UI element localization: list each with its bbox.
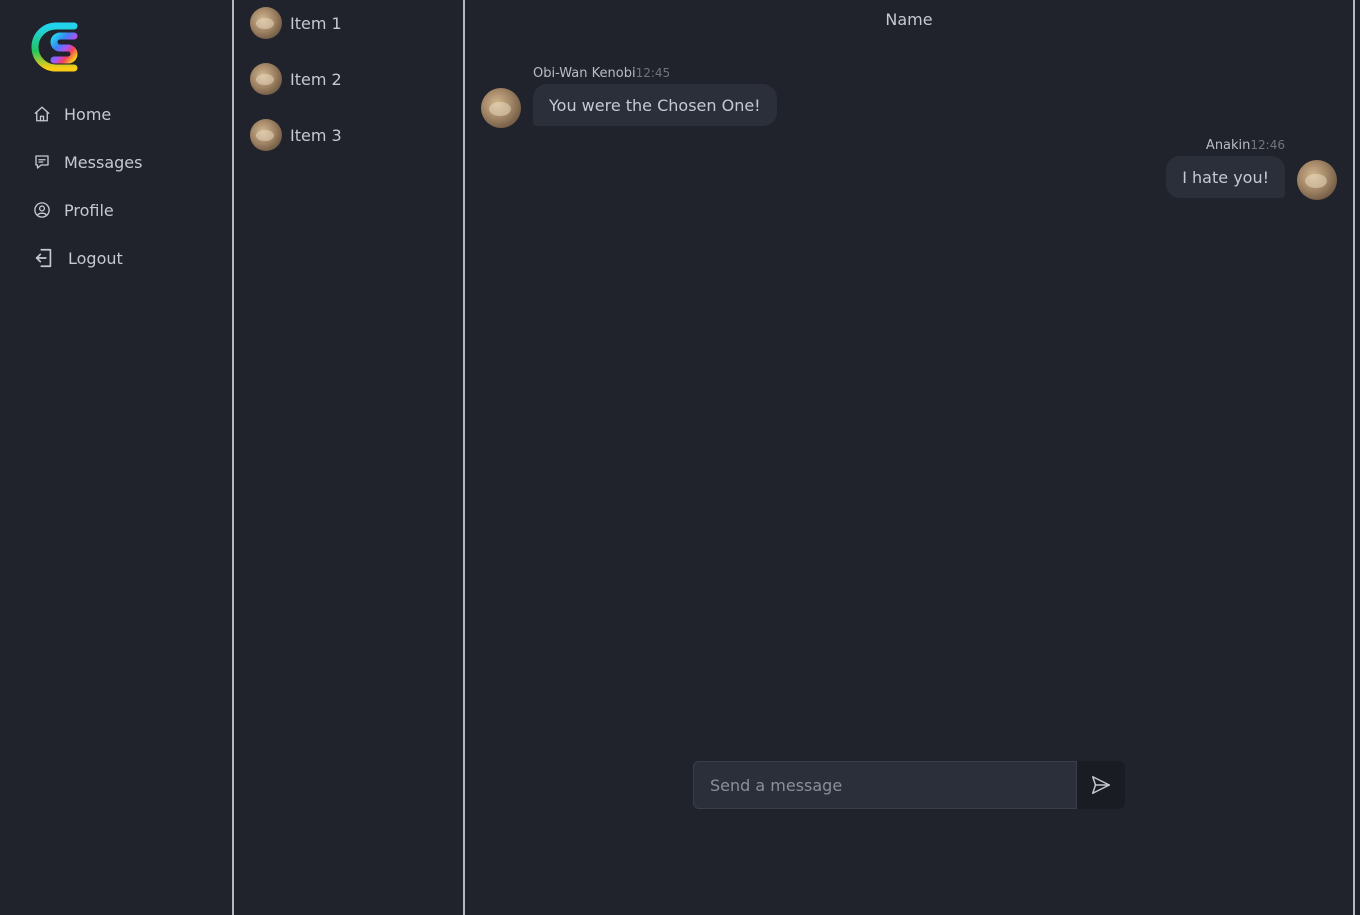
- message-bubble: I hate you!: [1166, 156, 1285, 198]
- conversation-label: Item 1: [290, 13, 342, 33]
- message-bubble: You were the Chosen One!: [533, 84, 777, 126]
- avatar: [250, 63, 282, 95]
- avatar: [1297, 160, 1337, 200]
- chat-bubble-icon: [32, 152, 52, 172]
- sidebar-item-label: Messages: [64, 152, 143, 172]
- sidebar-item-logout[interactable]: Logout: [32, 243, 123, 273]
- sidebar-item-messages[interactable]: Messages: [32, 147, 142, 177]
- sidebar-item-home[interactable]: Home: [32, 99, 111, 129]
- conversation-item-3[interactable]: Item 3: [250, 118, 342, 152]
- sidebar-item-label: Profile: [64, 200, 114, 220]
- home-icon: [32, 104, 52, 124]
- avatar: [250, 119, 282, 151]
- message-header: Obi-Wan Kenobi12:45: [533, 66, 670, 81]
- app-logo[interactable]: [30, 18, 82, 76]
- conversation-label: Item 2: [290, 69, 342, 89]
- conversation-list: Item 1 Item 2 Item 3: [234, 0, 463, 915]
- conversation-label: Item 3: [290, 125, 342, 145]
- send-button[interactable]: [1077, 761, 1125, 809]
- chat-pane: Name Obi-Wan Kenobi12:45 You were the Ch…: [465, 0, 1353, 915]
- chat-right-divider: [1353, 0, 1355, 915]
- sidebar-item-label: Home: [64, 104, 112, 124]
- message-time: 12:46: [1250, 138, 1285, 152]
- sidebar-item-label: Logout: [68, 248, 123, 268]
- conversation-item-2[interactable]: Item 2: [250, 62, 342, 96]
- message-header: Anakin12:46: [1206, 138, 1285, 153]
- message-sender: Anakin: [1205, 138, 1251, 153]
- message-time: 12:45: [635, 66, 671, 80]
- user-circle-icon: [32, 200, 52, 220]
- conversation-item-1[interactable]: Item 1: [250, 6, 342, 40]
- app-root: Home Messages Profile Logout Item 1 Item…: [0, 0, 1360, 915]
- message-input[interactable]: [693, 761, 1077, 809]
- sidebar: Home Messages Profile Logout: [0, 0, 232, 915]
- avatar: [250, 7, 282, 39]
- logout-icon: [32, 248, 56, 268]
- sidebar-item-profile[interactable]: Profile: [32, 195, 114, 225]
- message-sender: Obi-Wan Kenobi: [533, 66, 636, 81]
- chat-title: Name: [885, 10, 933, 29]
- avatar: [481, 88, 521, 128]
- send-icon: [1090, 774, 1112, 796]
